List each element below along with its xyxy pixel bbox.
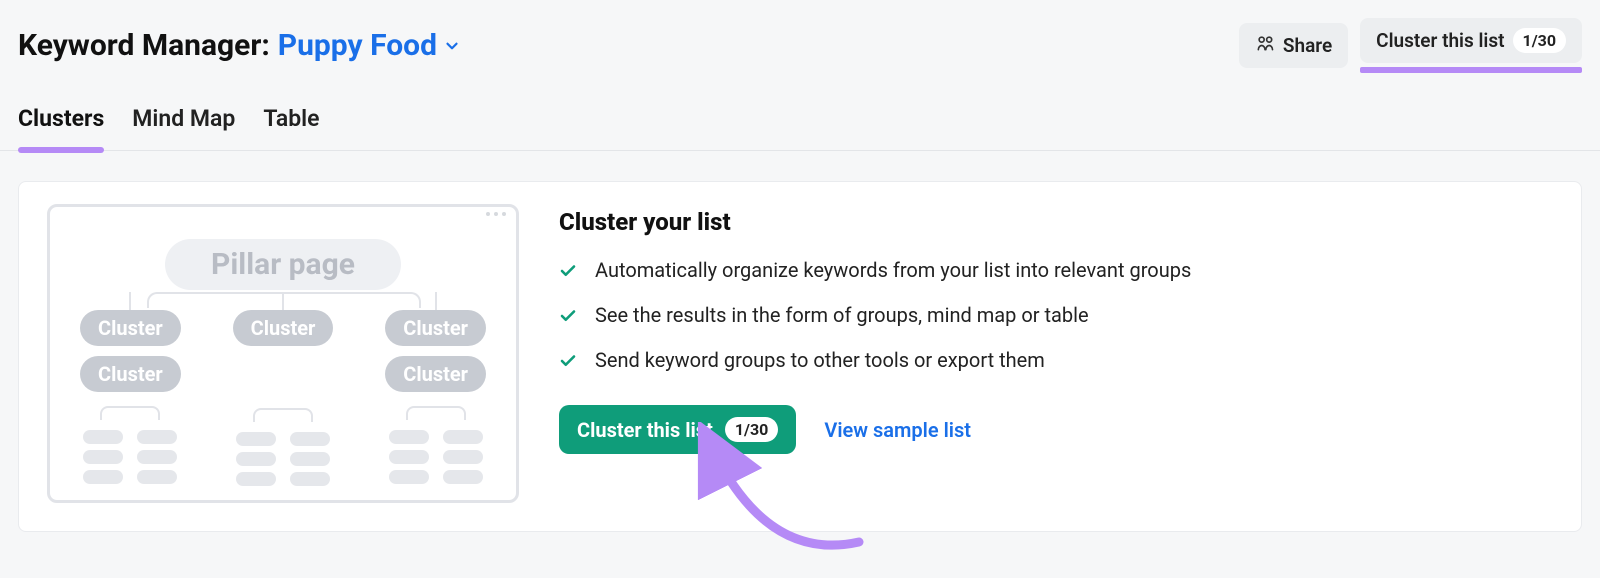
- share-icon: [1255, 33, 1275, 58]
- cluster-list-button-main[interactable]: Cluster this list 1/30: [559, 405, 796, 454]
- pillar-chip: Pillar page: [165, 239, 401, 290]
- cta-row: Cluster this list 1/30 View sample list: [559, 405, 1553, 454]
- branch: Cluster: [233, 310, 334, 486]
- branches: Cluster Cluster Cluster: [50, 310, 516, 486]
- list-item: See the results in the form of groups, m…: [559, 303, 1553, 330]
- benefits-list: Automatically organize keywords from you…: [559, 258, 1553, 375]
- check-icon: [559, 306, 577, 330]
- cluster-button-label: Cluster this list: [1376, 29, 1504, 52]
- list-name-dropdown[interactable]: Puppy Food: [278, 28, 461, 63]
- content-panel: Cluster your list Automatically organize…: [559, 204, 1553, 503]
- cta-label: Cluster this list: [577, 418, 713, 442]
- view-sample-link[interactable]: View sample list: [824, 418, 971, 442]
- check-icon: [559, 351, 577, 375]
- tabs: Clusters Mind Map Table: [0, 79, 1600, 151]
- list-name: Puppy Food: [278, 28, 437, 63]
- benefit-text: Send keyword groups to other tools or ex…: [595, 348, 1045, 372]
- tab-mindmap[interactable]: Mind Map: [132, 105, 235, 150]
- cluster-chip: Cluster: [80, 310, 181, 346]
- share-label: Share: [1283, 34, 1332, 57]
- tab-table[interactable]: Table: [263, 105, 319, 150]
- cluster-chip: Cluster: [385, 356, 486, 392]
- share-button[interactable]: Share: [1239, 23, 1348, 68]
- connector-line: [406, 406, 466, 420]
- header-actions: Share Cluster this list 1/30: [1239, 18, 1582, 73]
- page-header: Keyword Manager: Puppy Food Share Cluste…: [0, 0, 1600, 79]
- main-card: Pillar page Cluster Cluster Cluster: [18, 181, 1582, 532]
- illustration-frame: Pillar page Cluster Cluster Cluster: [47, 204, 519, 503]
- connector-line: [253, 408, 313, 422]
- title-prefix: Keyword Manager:: [18, 28, 270, 63]
- check-icon: [559, 261, 577, 285]
- branch: Cluster Cluster: [385, 310, 486, 486]
- cluster-count-badge: 1/30: [1513, 28, 1566, 53]
- cluster-chip: Cluster: [233, 310, 334, 346]
- cluster-list-button-header[interactable]: Cluster this list 1/30: [1360, 18, 1582, 63]
- list-item: Send keyword groups to other tools or ex…: [559, 348, 1553, 375]
- content-heading: Cluster your list: [559, 208, 1553, 236]
- branch: Cluster Cluster: [80, 310, 181, 486]
- benefit-text: Automatically organize keywords from you…: [595, 258, 1191, 282]
- connector-line: [100, 406, 160, 420]
- cta-count-badge: 1/30: [725, 417, 778, 442]
- list-item: Automatically organize keywords from you…: [559, 258, 1553, 285]
- leaf-group: [236, 432, 330, 486]
- window-dots-icon: [50, 207, 516, 221]
- annotation-highlight: [1360, 67, 1582, 73]
- leaf-group: [389, 430, 483, 484]
- cluster-chip: Cluster: [385, 310, 486, 346]
- page-title: Keyword Manager: Puppy Food: [18, 28, 461, 63]
- leaf-group: [83, 430, 177, 484]
- cluster-chip: Cluster: [80, 356, 181, 392]
- benefit-text: See the results in the form of groups, m…: [595, 303, 1089, 327]
- chevron-down-icon: [443, 37, 461, 55]
- header-cluster-group: Cluster this list 1/30: [1360, 18, 1582, 73]
- cluster-illustration: Pillar page Cluster Cluster Cluster: [47, 204, 519, 503]
- tab-clusters[interactable]: Clusters: [18, 105, 104, 150]
